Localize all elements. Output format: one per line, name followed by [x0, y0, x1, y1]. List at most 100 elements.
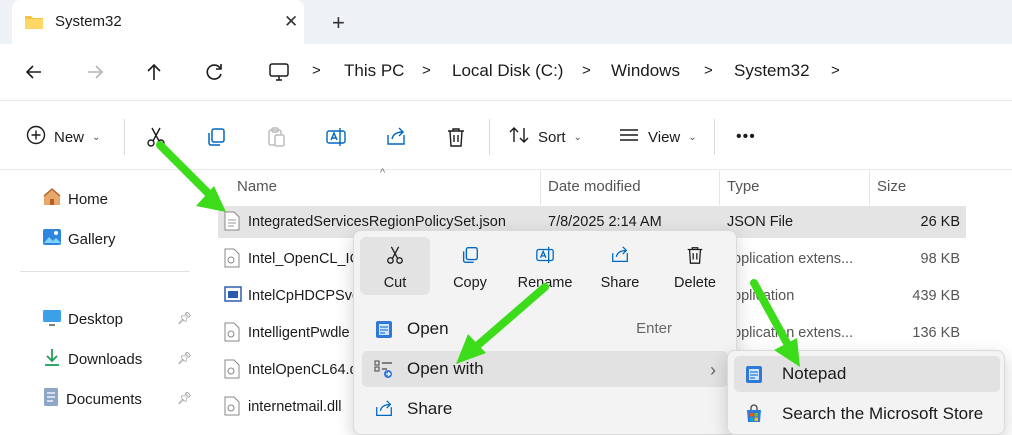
column-header-size[interactable]: Size	[877, 178, 906, 195]
column-divider[interactable]	[540, 171, 541, 205]
sort-label: Sort	[538, 128, 566, 146]
breadcrumb-system32[interactable]: System32	[734, 61, 810, 81]
sidebar-item-home[interactable]: Home	[42, 188, 108, 210]
file-type: pplication extens...	[733, 325, 854, 341]
delete-icon	[685, 245, 705, 269]
sidebar-item-gallery[interactable]: Gallery	[42, 228, 116, 250]
menu-item-share[interactable]: Share	[362, 391, 728, 427]
dll-file-icon	[224, 359, 240, 383]
submenu-item-notepad[interactable]: Notepad	[734, 356, 1000, 392]
pin-icon[interactable]: 📌︎	[177, 351, 192, 365]
paste-icon[interactable]	[265, 125, 287, 149]
share-icon	[374, 399, 394, 424]
column-divider[interactable]	[869, 171, 870, 205]
sidebar-item-label: Gallery	[68, 230, 116, 248]
close-icon[interactable]: ✕	[284, 12, 298, 32]
submenu-item-label: Notepad	[782, 364, 847, 383]
chevron-right-icon[interactable]: >	[312, 62, 321, 79]
chevron-right-icon[interactable]: >	[831, 62, 840, 79]
cut-button[interactable]: Cut	[360, 237, 430, 295]
file-name: Intel_OpenCL_IC	[248, 251, 361, 267]
tab-system32[interactable]: System32 ✕	[12, 0, 304, 44]
more-options-icon[interactable]: •••	[736, 125, 756, 149]
toolbar-divider	[489, 119, 490, 155]
chevron-down-icon: ⌄	[92, 131, 101, 143]
view-label: View	[648, 128, 681, 146]
sidebar-item-label: Home	[68, 190, 109, 208]
open-with-icon	[374, 359, 394, 384]
chevron-right-icon[interactable]: >	[582, 62, 591, 79]
copy-icon[interactable]	[205, 125, 227, 149]
pin-icon[interactable]: 📌︎	[177, 391, 192, 405]
toolbar-divider	[714, 119, 715, 155]
back-arrow-icon[interactable]	[23, 61, 45, 83]
menu-item-open[interactable]: Open Enter	[362, 311, 728, 347]
file-date: 7/8/2025 2:14 AM	[548, 214, 662, 230]
downloads-icon	[42, 347, 62, 371]
chevron-right-icon[interactable]: >	[704, 62, 713, 79]
sort-icon	[508, 125, 530, 149]
view-button[interactable]: View ⌄	[618, 125, 697, 149]
context-menu: Cut Copy Rename Share Delete Open Enter …	[353, 230, 737, 435]
shortcut-hint: Enter	[636, 320, 672, 337]
share-label: Share	[600, 275, 640, 291]
chevron-right-icon: ›	[710, 360, 716, 380]
breadcrumb-this-pc[interactable]: This PC	[344, 61, 404, 81]
tab-title: System32	[55, 13, 122, 30]
column-header-date[interactable]: Date modified	[548, 178, 641, 195]
refresh-icon[interactable]	[203, 61, 225, 83]
copy-label: Copy	[453, 275, 487, 291]
rename-icon	[535, 245, 555, 269]
column-header-type[interactable]: Type	[727, 178, 760, 195]
file-name: IntegratedServicesRegionPolicySet.json	[248, 214, 506, 230]
plus-circle-icon	[26, 125, 46, 149]
file-type: pplication	[733, 288, 795, 304]
menu-item-open-with[interactable]: Open with ›	[362, 351, 728, 387]
file-size: 439 KB	[912, 288, 960, 304]
copy-icon	[460, 245, 480, 269]
open-with-submenu: Notepad Search the Microsoft Store	[727, 350, 1005, 435]
rename-button[interactable]: Rename	[510, 237, 580, 295]
up-arrow-icon[interactable]	[143, 61, 165, 83]
sort-button[interactable]: Sort ⌄	[508, 125, 582, 149]
delete-icon[interactable]	[445, 125, 467, 149]
share-button[interactable]: Share	[585, 237, 655, 295]
file-size: 26 KB	[920, 214, 961, 230]
file-type: pplication extens...	[733, 251, 854, 267]
column-header-name[interactable]: Name	[237, 178, 277, 195]
new-tab-button[interactable]: +	[332, 10, 345, 36]
copy-button[interactable]: Copy	[435, 237, 505, 295]
monitor-icon[interactable]	[268, 61, 290, 83]
sidebar-item-downloads[interactable]: Downloads	[42, 348, 142, 370]
breadcrumb-local-disk[interactable]: Local Disk (C:)	[452, 61, 563, 81]
notepad-icon	[744, 364, 764, 389]
dll-file-icon	[224, 322, 240, 346]
menu-item-label: Open	[407, 319, 449, 338]
cut-icon	[385, 245, 405, 269]
submenu-item-store[interactable]: Search the Microsoft Store	[734, 396, 1000, 432]
pin-icon[interactable]: 📌︎	[177, 311, 192, 325]
delete-button[interactable]: Delete	[660, 237, 730, 295]
file-type: JSON File	[727, 214, 794, 230]
submenu-item-label: Search the Microsoft Store	[782, 404, 984, 423]
forward-arrow-icon[interactable]	[84, 61, 106, 83]
menu-item-label: Share	[407, 399, 453, 418]
toolbar-divider	[124, 119, 125, 155]
menu-item-label: Open with	[407, 359, 484, 378]
application-icon	[224, 285, 242, 307]
tab-strip: System32 ✕ +	[0, 0, 1012, 44]
new-button[interactable]: New ⌄	[26, 125, 100, 149]
chevron-right-icon[interactable]: >	[422, 62, 431, 79]
file-size: 136 KB	[912, 325, 960, 341]
cut-icon[interactable]	[145, 125, 167, 149]
file-icon	[224, 211, 240, 235]
sidebar-item-desktop[interactable]: Desktop	[42, 308, 123, 330]
navigation-pane: Home Gallery Desktop 📌︎ Downloads 📌︎ Doc…	[0, 171, 200, 435]
view-list-icon	[618, 126, 640, 148]
breadcrumb-windows[interactable]: Windows	[611, 61, 680, 81]
file-name: IntelOpenCL64.d	[248, 362, 358, 378]
share-icon[interactable]	[385, 125, 407, 149]
column-divider[interactable]	[719, 171, 720, 205]
rename-icon[interactable]	[325, 125, 347, 149]
sidebar-item-documents[interactable]: Documents	[42, 388, 142, 410]
